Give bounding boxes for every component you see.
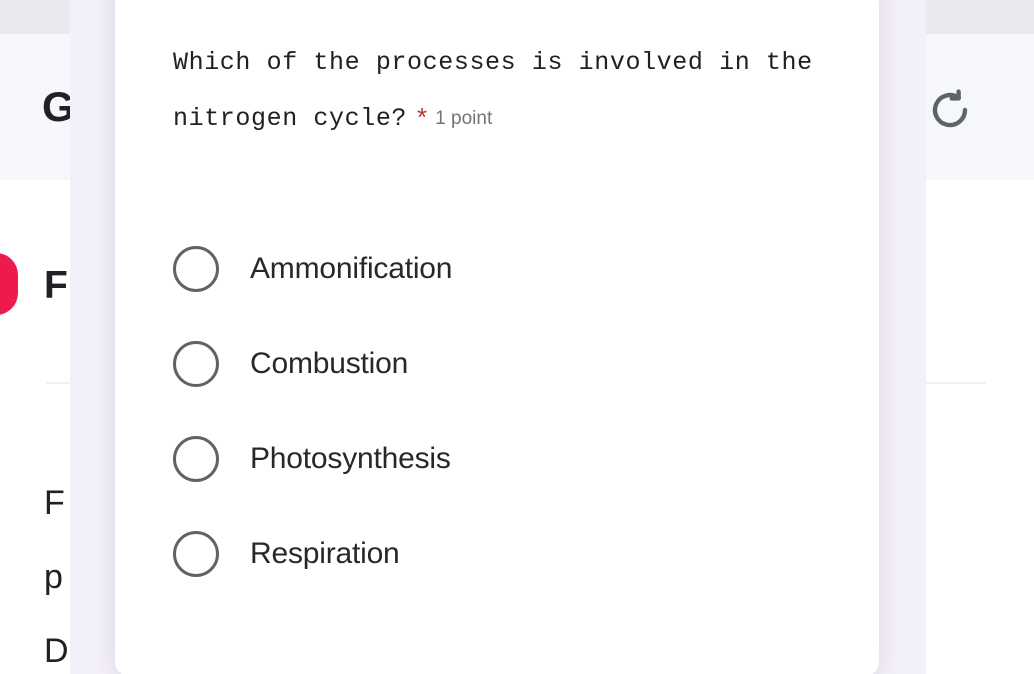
option-label: Photosynthesis [250, 441, 451, 475]
radio-button-icon[interactable] [173, 340, 219, 387]
options-list: Ammonification Combustion Photosynthesis… [173, 221, 833, 601]
dialog-content: Which of the processes is involved in th… [115, 0, 879, 674]
question-text: Which of the processes is involved in th… [173, 48, 829, 133]
question-block: Which of the processes is involved in th… [173, 35, 833, 147]
option-row[interactable]: Ammonification [173, 221, 833, 316]
option-row[interactable]: Combustion [173, 316, 833, 411]
points-label: 1 point [435, 108, 493, 129]
option-row[interactable]: Respiration [173, 506, 833, 601]
radio-button-icon[interactable] [173, 245, 219, 292]
option-row[interactable]: Photosynthesis [173, 411, 833, 506]
question-dialog: Which of the processes is involved in th… [115, 0, 879, 674]
option-label: Ammonification [250, 251, 453, 285]
required-asterisk: * [417, 102, 428, 132]
refresh-icon[interactable] [927, 87, 973, 133]
section-title-partial: F [44, 264, 68, 307]
radio-button-icon[interactable] [173, 530, 219, 577]
radio-button-icon[interactable] [173, 435, 219, 482]
background-paragraph: F p D [44, 484, 69, 670]
option-label: Combustion [250, 346, 409, 380]
option-label: Respiration [250, 536, 400, 570]
